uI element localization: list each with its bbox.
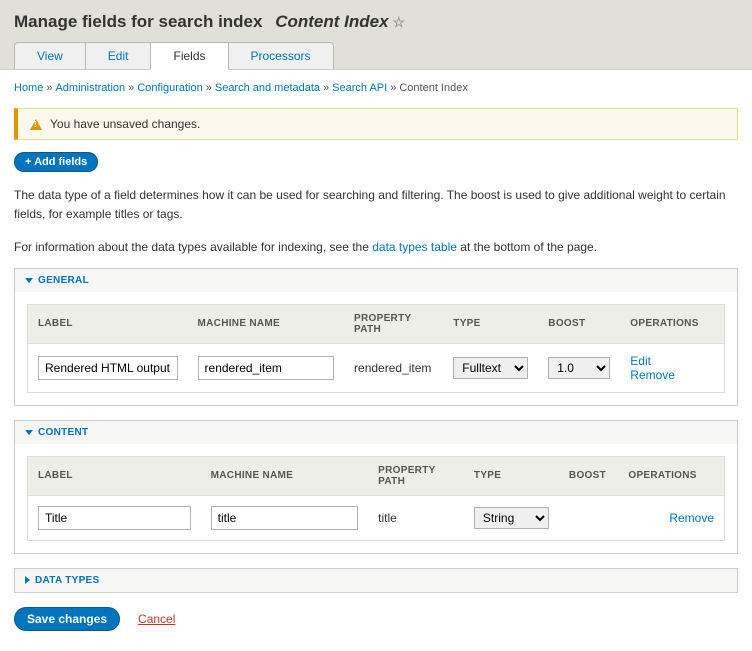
machine-name-input[interactable]	[211, 506, 359, 530]
fields-table-content: LABEL MACHINE NAME PROPERTY PATH TYPE BO…	[27, 456, 725, 541]
add-fields-button[interactable]: + Add fields	[14, 152, 98, 172]
col-type: TYPE	[464, 456, 559, 495]
col-boost: BOOST	[538, 304, 620, 343]
fieldset-content: CONTENT LABEL MACHINE NAME PROPERTY PATH…	[14, 420, 738, 554]
type-select[interactable]: FulltextStringIntegerDecimalDateBoolean	[453, 357, 528, 379]
col-property-path: PROPERTY PATH	[344, 304, 443, 343]
table-row: title FulltextStringIntegerDecimalDateBo…	[28, 495, 725, 540]
fieldset-data-types-legend[interactable]: DATA TYPES	[15, 569, 737, 592]
col-operations: OPERATIONS	[620, 304, 724, 343]
cancel-link[interactable]: Cancel	[138, 612, 175, 626]
primary-tabs: ViewEditFieldsProcessors	[14, 42, 738, 69]
warning-text: You have unsaved changes.	[50, 117, 200, 131]
breadcrumb-link[interactable]: Home	[14, 82, 43, 94]
fields-table-general: LABEL MACHINE NAME PROPERTY PATH TYPE BO…	[27, 304, 725, 393]
tab-view[interactable]: View	[14, 42, 86, 69]
col-operations: OPERATIONS	[618, 456, 724, 495]
remove-link[interactable]: Remove	[669, 511, 714, 525]
col-label: LABEL	[28, 456, 201, 495]
label-input[interactable]	[38, 356, 178, 380]
save-button[interactable]: Save changes	[14, 607, 120, 631]
breadcrumb-link[interactable]: Search API	[332, 82, 387, 94]
col-label: LABEL	[28, 304, 188, 343]
page-title: Manage fields for search index Content I…	[14, 12, 738, 32]
tab-edit[interactable]: Edit	[85, 42, 152, 69]
breadcrumb-link[interactable]: Configuration	[137, 82, 202, 94]
breadcrumb: Home»Administration»Configuration»Search…	[14, 82, 738, 94]
boost-cell	[559, 495, 618, 540]
breadcrumb-link[interactable]: Administration	[55, 82, 125, 94]
page-title-index: Content Index	[275, 12, 388, 32]
chevron-down-icon	[25, 278, 33, 283]
fieldset-general-legend[interactable]: GENERAL	[15, 269, 737, 292]
page-title-prefix: Manage fields for search index	[14, 12, 262, 32]
col-machine-name: MACHINE NAME	[188, 304, 345, 343]
breadcrumb-current: Content Index	[399, 82, 468, 94]
table-row: rendered_item FulltextStringIntegerDecim…	[28, 343, 725, 392]
fieldset-general: GENERAL LABEL MACHINE NAME PROPERTY PATH…	[14, 268, 738, 406]
description-line2: For information about the data types ava…	[14, 238, 738, 257]
description-line1: The data type of a field determines how …	[14, 186, 738, 224]
tab-fields[interactable]: Fields	[150, 42, 228, 70]
col-property-path: PROPERTY PATH	[368, 456, 464, 495]
fieldset-data-types: DATA TYPES	[14, 568, 738, 593]
type-select[interactable]: FulltextStringIntegerDecimalDateBoolean	[474, 507, 549, 529]
col-machine-name: MACHINE NAME	[201, 456, 369, 495]
machine-name-input[interactable]	[198, 356, 335, 380]
warning-icon	[30, 119, 42, 130]
property-path-cell: rendered_item	[344, 343, 443, 392]
col-boost: BOOST	[559, 456, 618, 495]
remove-link[interactable]: Remove	[630, 368, 675, 382]
label-input[interactable]	[38, 506, 191, 530]
edit-link[interactable]: Edit	[630, 354, 651, 368]
star-icon[interactable]: ☆	[393, 14, 406, 31]
fieldset-content-legend[interactable]: CONTENT	[15, 421, 737, 444]
chevron-right-icon	[25, 576, 30, 584]
property-path-cell: title	[368, 495, 464, 540]
tab-processors[interactable]: Processors	[228, 42, 334, 69]
col-type: TYPE	[443, 304, 538, 343]
warning-message: You have unsaved changes.	[14, 108, 738, 140]
boost-select[interactable]: 0.00.51.02.03.05.08.013.021.0	[548, 357, 610, 379]
breadcrumb-link[interactable]: Search and metadata	[215, 82, 320, 94]
chevron-down-icon	[25, 430, 33, 435]
data-types-link[interactable]: data types table	[372, 240, 457, 254]
